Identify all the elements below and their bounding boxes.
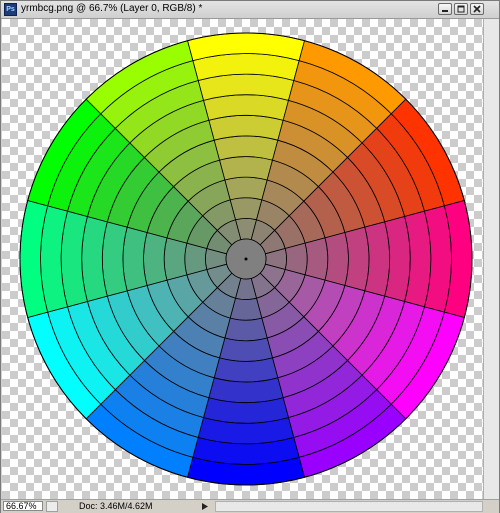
wheel-center-dot [244, 257, 248, 261]
close-icon [473, 5, 481, 13]
minimize-button[interactable] [438, 3, 452, 15]
wheel-cell [122, 226, 148, 292]
photoshop-icon: Ps [4, 3, 17, 16]
status-scroll-left-button[interactable] [46, 501, 58, 512]
status-menu-arrow-icon[interactable] [201, 502, 209, 511]
horizontal-scrollbar[interactable] [215, 501, 483, 512]
maximize-button[interactable] [454, 3, 468, 15]
status-bar: 66.67% Doc: 3.46M/4.62M [1, 499, 499, 513]
color-wheel [19, 32, 473, 486]
wheel-cell [344, 226, 370, 292]
minimize-icon [442, 10, 448, 12]
zoom-field[interactable]: 66.67% [3, 501, 43, 511]
wheel-cell [213, 135, 279, 161]
wheel-cell [304, 237, 329, 281]
wheel-cell [219, 156, 273, 181]
wheel-cell [224, 176, 268, 201]
wheel-cell [143, 232, 168, 286]
wheel-cell [324, 232, 349, 286]
image-canvas[interactable] [2, 19, 483, 499]
wheel-cell [219, 337, 273, 362]
document-window: Ps yrmbcg.png @ 66.7% (Layer 0, RGB/8) *… [0, 0, 500, 513]
title-bar[interactable]: Ps yrmbcg.png @ 66.7% (Layer 0, RGB/8) * [1, 1, 499, 19]
close-button[interactable] [470, 3, 484, 15]
wheel-cell [213, 357, 279, 383]
maximize-icon [457, 5, 465, 13]
doc-size-info: Doc: 3.46M/4.62M [79, 501, 153, 511]
wheel-cell [163, 237, 188, 281]
wheel-cell [224, 317, 268, 342]
vertical-scrollbar[interactable] [483, 19, 499, 499]
window-title: yrmbcg.png @ 66.7% (Layer 0, RGB/8) * [21, 3, 203, 14]
